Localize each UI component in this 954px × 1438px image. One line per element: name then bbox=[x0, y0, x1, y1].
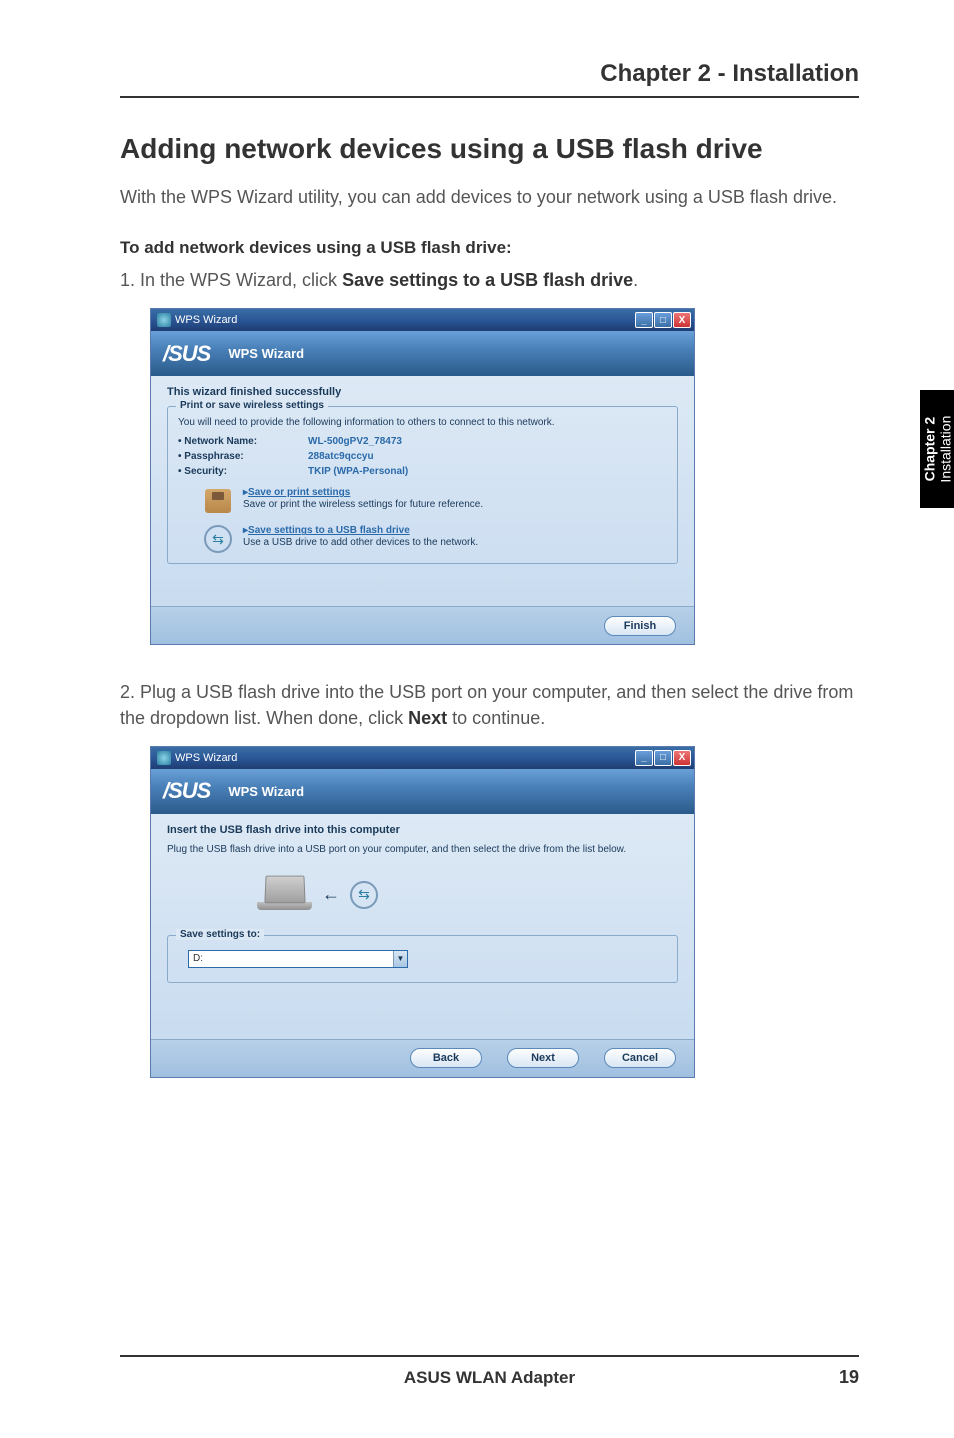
field-label: • Security: bbox=[178, 466, 308, 477]
wizard-title: WPS Wizard bbox=[228, 784, 304, 799]
app-icon bbox=[157, 313, 171, 327]
side-tab-chapter: Chapter 2 bbox=[921, 417, 937, 482]
wizard-footer: Finish bbox=[151, 606, 694, 644]
cancel-button[interactable]: Cancel bbox=[604, 1048, 676, 1068]
window-title: WPS Wizard bbox=[175, 752, 237, 764]
close-button[interactable]: X bbox=[673, 312, 691, 328]
insert-graphic: ← ⇆ bbox=[257, 875, 678, 915]
step-2-bold: Next bbox=[408, 708, 447, 728]
main-heading: Adding network devices using a USB flash… bbox=[120, 133, 859, 165]
intro-paragraph: With the WPS Wizard utility, you can add… bbox=[120, 185, 859, 210]
fieldset-legend: Print or save wireless settings bbox=[176, 400, 328, 411]
window-title: WPS Wizard bbox=[175, 314, 237, 326]
maximize-button[interactable]: □ bbox=[654, 312, 672, 328]
laptop-icon bbox=[257, 875, 312, 915]
titlebar-left: WPS Wizard bbox=[157, 313, 237, 327]
side-tab: Chapter 2 Installation bbox=[920, 390, 954, 508]
footer-rule bbox=[120, 1355, 859, 1357]
wizard-heading: Insert the USB flash drive into this com… bbox=[167, 824, 678, 836]
field-label: • Network Name: bbox=[178, 436, 308, 447]
footer-product: ASUS WLAN Adapter bbox=[120, 1368, 859, 1388]
header-rule bbox=[120, 96, 859, 98]
wizard-footer: Back Next Cancel bbox=[151, 1039, 694, 1077]
action-save-usb: ⇆ Save settings to a USB flash drive Use… bbox=[203, 525, 667, 553]
asus-logo: /SUS bbox=[163, 341, 210, 367]
wizard-description: Plug the USB flash drive into a USB port… bbox=[167, 844, 678, 855]
field-row-security: • Security: TKIP (WPA-Personal) bbox=[178, 466, 667, 477]
drive-select-row: D: ▼ bbox=[188, 950, 667, 968]
fieldset-description: You will need to provide the following i… bbox=[178, 417, 667, 428]
step-1-suffix: . bbox=[633, 270, 638, 290]
asus-logo: /SUS bbox=[163, 778, 210, 804]
arrow-left-icon: ← bbox=[322, 884, 340, 905]
screenshot-2: WPS Wizard _ □ X /SUS WPS Wizard Insert … bbox=[150, 746, 695, 1078]
back-button[interactable]: Back bbox=[410, 1048, 482, 1068]
step-1-prefix: 1. In the WPS Wizard, click bbox=[120, 270, 342, 290]
field-row-passphrase: • Passphrase: 288atc9qccyu bbox=[178, 451, 667, 462]
step-2: 2. Plug a USB flash drive into the USB p… bbox=[120, 680, 859, 730]
step-1-bold: Save settings to a USB flash drive bbox=[342, 270, 633, 290]
page-footer: ASUS WLAN Adapter 19 bbox=[120, 1355, 859, 1388]
screenshot-1: WPS Wizard _ □ X /SUS WPS Wizard This wi… bbox=[150, 308, 695, 645]
settings-fieldset: Print or save wireless settings You will… bbox=[167, 406, 678, 564]
close-button[interactable]: X bbox=[673, 750, 691, 766]
save-usb-link[interactable]: Save settings to a USB flash drive bbox=[243, 525, 410, 536]
save-print-link[interactable]: Save or print settings bbox=[243, 487, 350, 498]
window-controls: _ □ X bbox=[635, 312, 691, 328]
usb-icon: ⇆ bbox=[350, 881, 378, 909]
app-icon bbox=[157, 751, 171, 765]
field-label: • Passphrase: bbox=[178, 451, 308, 462]
finish-button[interactable]: Finish bbox=[604, 616, 676, 636]
fieldset-legend: Save settings to: bbox=[176, 929, 264, 940]
minimize-button[interactable]: _ bbox=[635, 312, 653, 328]
window-controls: _ □ X bbox=[635, 750, 691, 766]
chevron-down-icon[interactable]: ▼ bbox=[393, 951, 407, 967]
field-value: 288atc9qccyu bbox=[308, 451, 374, 462]
wizard-status: This wizard finished successfully bbox=[167, 386, 678, 398]
step-2-suffix: to continue. bbox=[447, 708, 545, 728]
save-to-fieldset: Save settings to: D: ▼ bbox=[167, 935, 678, 983]
next-button[interactable]: Next bbox=[507, 1048, 579, 1068]
titlebar-left: WPS Wizard bbox=[157, 751, 237, 765]
field-value: TKIP (WPA-Personal) bbox=[308, 466, 408, 477]
wizard-title: WPS Wizard bbox=[228, 346, 304, 361]
field-value: WL-500gPV2_78473 bbox=[308, 436, 402, 447]
wizard-body: Insert the USB flash drive into this com… bbox=[151, 814, 694, 1039]
window-titlebar: WPS Wizard _ □ X bbox=[151, 309, 694, 331]
usb-icon: ⇆ bbox=[203, 525, 233, 553]
step-1: 1. In the WPS Wizard, click Save setting… bbox=[120, 268, 859, 293]
procedure-heading: To add network devices using a USB flash… bbox=[120, 238, 859, 258]
action-description: Use a USB drive to add other devices to … bbox=[243, 537, 478, 548]
wizard-body: This wizard finished successfully Print … bbox=[151, 376, 694, 606]
drive-select[interactable]: D: ▼ bbox=[188, 950, 408, 968]
wizard-header: /SUS WPS Wizard bbox=[151, 769, 694, 814]
footer-page-number: 19 bbox=[839, 1367, 859, 1388]
window-titlebar: WPS Wizard _ □ X bbox=[151, 747, 694, 769]
minimize-button[interactable]: _ bbox=[635, 750, 653, 766]
action-text: Save or print settings Save or print the… bbox=[243, 487, 483, 510]
disk-icon bbox=[203, 487, 233, 515]
side-tab-title: Installation bbox=[937, 416, 953, 483]
action-save-print: Save or print settings Save or print the… bbox=[203, 487, 667, 515]
chapter-header: Chapter 2 - Installation bbox=[120, 60, 859, 88]
drive-select-value: D: bbox=[193, 953, 203, 964]
action-text: Save settings to a USB flash drive Use a… bbox=[243, 525, 478, 548]
maximize-button[interactable]: □ bbox=[654, 750, 672, 766]
action-description: Save or print the wireless settings for … bbox=[243, 499, 483, 510]
field-row-network: • Network Name: WL-500gPV2_78473 bbox=[178, 436, 667, 447]
wizard-header: /SUS WPS Wizard bbox=[151, 331, 694, 376]
